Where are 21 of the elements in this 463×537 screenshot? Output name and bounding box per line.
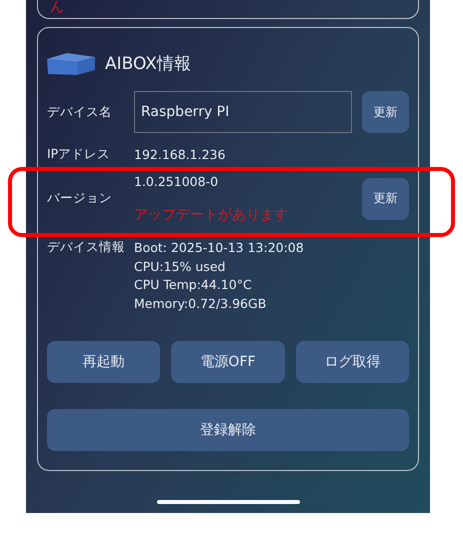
device-info-line: Boot: 2025-10-13 13:20:08 xyxy=(134,239,305,257)
field-label: IPアドレス xyxy=(47,146,112,162)
unregister-button[interactable]: 登録解除 xyxy=(47,409,409,451)
action-button[interactable]: ログ取得 xyxy=(296,341,409,383)
box-icon xyxy=(47,50,95,76)
update-notice: アップデートがあります xyxy=(134,207,289,223)
field-label: デバイス情報 xyxy=(47,239,124,256)
action-button[interactable]: 電源OFF xyxy=(171,341,285,383)
device-info-line: Memory:0.72/3.96GB xyxy=(134,294,268,313)
field-label: デバイス名 xyxy=(47,104,113,120)
version-number: 1.0.251008-0 xyxy=(134,174,220,189)
action-button[interactable]: 再起動 xyxy=(47,341,160,383)
device-info-line: CPU:15% used xyxy=(134,258,226,276)
update-button[interactable]: 更新 xyxy=(362,91,409,133)
warning-text: ん xyxy=(50,0,64,15)
field-label: バージョン xyxy=(47,190,113,207)
ip-address: 192.168.1.236 xyxy=(134,146,226,162)
update-button[interactable]: 更新 xyxy=(362,178,409,220)
device-name-field[interactable]: Raspberry PI xyxy=(134,91,352,133)
device-info-line: CPU Temp:44.10°C xyxy=(134,276,253,294)
section-title: AIBOX情報 xyxy=(105,52,191,74)
